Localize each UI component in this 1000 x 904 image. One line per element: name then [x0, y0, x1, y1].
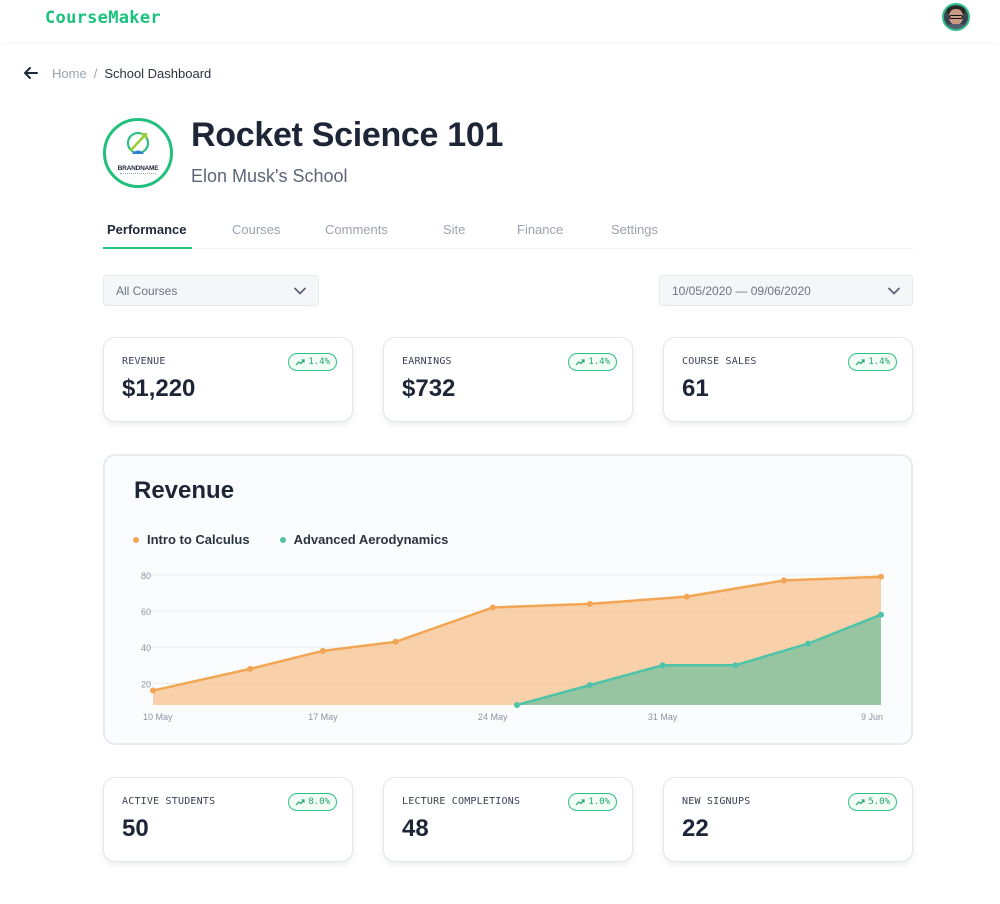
school-logo: BRANDNAME	[103, 118, 173, 188]
x-tick-label: 9 Jun	[861, 712, 883, 722]
change-badge: 5.0%	[848, 793, 897, 811]
legend-item-calculus[interactable]: Intro to Calculus	[133, 532, 250, 547]
brand-logo-icon	[126, 131, 150, 155]
data-point	[392, 638, 399, 645]
chart-legend: Intro to Calculus Advanced Aerodynamics	[133, 532, 478, 547]
data-point	[683, 593, 690, 600]
stat-value: 22	[682, 815, 709, 842]
change-badge: 8.0%	[288, 793, 337, 811]
avatar[interactable]	[942, 3, 970, 31]
legend-dot	[133, 536, 139, 543]
x-tick-label: 24 May	[478, 712, 508, 722]
y-tick-label: 20	[141, 679, 151, 689]
change-value: 1.0%	[588, 797, 610, 807]
data-point	[586, 682, 593, 689]
app-logo[interactable]: CourseMaker	[45, 8, 161, 28]
change-badge: 1.4%	[568, 353, 617, 371]
tab-bar: Performance Courses Comments Site Financ…	[103, 214, 913, 249]
date-range-select[interactable]: 10/05/2020 — 09/06/2020	[659, 275, 913, 306]
legend-label: Advanced Aerodynamics	[293, 532, 449, 547]
revenue-chart-card: 20 40 60 80 10 May 17 May 24 May 31 May 9 Jun Re…	[103, 454, 913, 745]
x-tick-label: 17 May	[308, 712, 338, 722]
stat-card-revenue: REVENUE $1,220 1.4%	[103, 337, 353, 422]
y-tick-label: 60	[141, 607, 151, 617]
data-point	[659, 662, 666, 669]
stat-card-course-sales: COURSE SALES 61 1.4%	[663, 337, 913, 422]
change-value: 1.4%	[588, 357, 610, 367]
x-tick-label: 31 May	[648, 712, 678, 722]
trending-up-icon	[855, 359, 865, 366]
legend-dot	[279, 536, 286, 543]
change-badge: 1.4%	[848, 353, 897, 371]
stat-card-active-students: ACTIVE STUDENTS 50 8.0%	[103, 777, 353, 862]
change-value: 1.4%	[868, 357, 890, 367]
stat-card-lecture-completions: LECTURE COMPLETIONS 48 1.0%	[383, 777, 633, 862]
chevron-down-icon	[888, 287, 900, 295]
tab-site[interactable]: Site	[443, 222, 465, 237]
stat-label: ACTIVE STUDENTS	[122, 796, 216, 807]
stat-value: 61	[682, 375, 709, 402]
data-point	[732, 662, 739, 669]
data-point	[514, 702, 520, 708]
stat-label: LECTURE COMPLETIONS	[402, 796, 521, 807]
stat-value: 48	[402, 815, 429, 842]
date-range-value: 10/05/2020 — 09/06/2020	[672, 284, 811, 298]
data-point	[586, 600, 593, 607]
tab-performance[interactable]: Performance	[107, 222, 186, 237]
stat-label: REVENUE	[122, 356, 166, 367]
stat-label: NEW SIGNUPS	[682, 796, 751, 807]
trending-up-icon	[855, 799, 865, 806]
data-point	[878, 611, 884, 618]
stat-value: $732	[402, 375, 456, 402]
tab-settings[interactable]: Settings	[611, 222, 658, 237]
change-badge: 1.0%	[568, 793, 617, 811]
data-point	[780, 577, 787, 584]
y-tick-label: 40	[141, 643, 151, 653]
y-tick-label: 80	[141, 571, 151, 581]
stat-card-new-signups: NEW SIGNUPS 22 5.0%	[663, 777, 913, 862]
legend-item-aerodynamics[interactable]: Advanced Aerodynamics	[279, 532, 449, 547]
trending-up-icon	[295, 799, 305, 806]
data-point	[150, 687, 156, 694]
stat-value: 50	[122, 815, 149, 842]
breadcrumb-home[interactable]: Home	[52, 66, 87, 81]
data-point	[805, 640, 812, 647]
change-badge: 1.4%	[288, 353, 337, 371]
data-point	[878, 573, 884, 580]
page-title: Rocket Science 101	[191, 116, 504, 154]
school-name: Elon Musk's School	[191, 166, 348, 186]
legend-label: Intro to Calculus	[147, 532, 250, 547]
course-select[interactable]: All Courses	[103, 275, 319, 306]
trending-up-icon	[575, 359, 585, 366]
x-tick-label: 10 May	[143, 712, 173, 722]
brand-name-text: BRANDNAME	[117, 165, 159, 172]
arrow-left-icon[interactable]	[22, 64, 40, 82]
change-value: 5.0%	[868, 797, 890, 807]
data-point	[489, 604, 496, 611]
stat-label: EARNINGS	[402, 356, 452, 367]
breadcrumb-current: School Dashboard	[104, 65, 212, 81]
chevron-down-icon	[294, 287, 306, 295]
stat-label: COURSE SALES	[682, 356, 757, 367]
change-value: 1.4%	[308, 357, 330, 367]
chart-title: Revenue	[134, 477, 235, 504]
course-select-value: All Courses	[116, 284, 178, 298]
data-point	[319, 647, 326, 654]
tab-courses[interactable]: Courses	[232, 222, 280, 237]
breadcrumb: Home / School Dashboard	[22, 63, 211, 83]
change-value: 8.0%	[308, 797, 330, 807]
trending-up-icon	[575, 799, 585, 806]
active-tab-indicator	[103, 247, 192, 249]
tab-comments[interactable]: Comments	[325, 222, 388, 237]
trending-up-icon	[295, 359, 305, 366]
stat-card-earnings: EARNINGS $732 1.4%	[383, 337, 633, 422]
top-bar: CourseMaker	[0, 0, 1000, 42]
breadcrumb-separator: /	[93, 65, 98, 81]
data-point	[247, 665, 254, 672]
tab-finance[interactable]: Finance	[517, 222, 563, 237]
stat-value: $1,220	[122, 375, 196, 402]
